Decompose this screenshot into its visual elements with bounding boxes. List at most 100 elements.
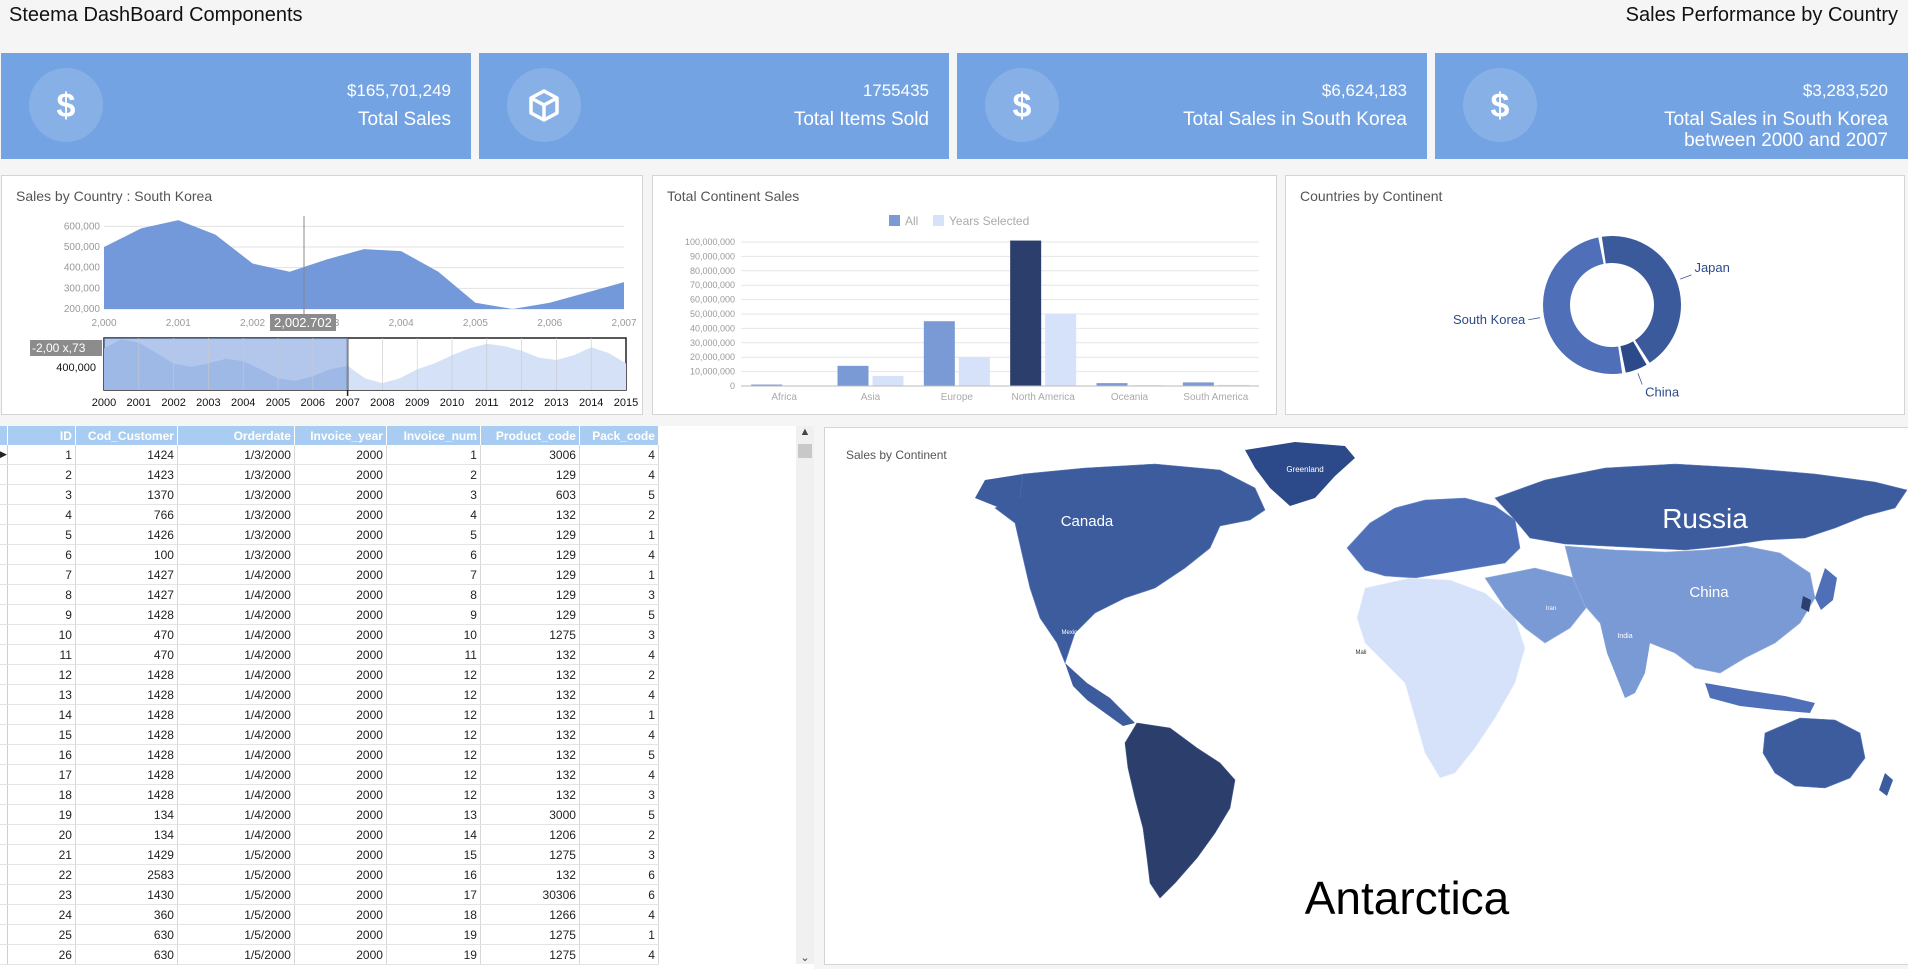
table-row[interactable]: 7 1427 1/4/2000 2000 7 129 1 [0, 564, 659, 585]
table-row[interactable]: 26 630 1/5/2000 2000 19 1275 4 [0, 944, 659, 965]
table-row[interactable]: 6 100 1/3/2000 2000 6 129 4 [0, 544, 659, 565]
table-cell[interactable]: 5 [386, 524, 481, 545]
table-cell[interactable]: 1/3/2000 [177, 544, 295, 565]
table-cell[interactable]: 4 [579, 724, 659, 745]
table-cell[interactable]: 23 [7, 884, 76, 905]
table-cell[interactable]: 1/4/2000 [177, 584, 295, 605]
table-row[interactable]: 20 134 1/4/2000 2000 14 1206 2 [0, 824, 659, 845]
table-cell[interactable]: 132 [480, 784, 580, 805]
table-cell[interactable]: 1/5/2000 [177, 884, 295, 905]
table-cell[interactable]: 2000 [294, 564, 387, 585]
table-cell[interactable]: 4 [579, 904, 659, 925]
table-cell[interactable]: 1/4/2000 [177, 564, 295, 585]
column-header[interactable]: Cod_Customer [75, 426, 178, 445]
table-cell[interactable]: 2000 [294, 684, 387, 705]
grid-scrollbar[interactable]: ▲ ⌄ [796, 426, 814, 964]
table-cell[interactable]: 26 [7, 944, 76, 965]
table-cell[interactable]: 11 [386, 644, 481, 665]
column-header[interactable]: ID [7, 426, 76, 445]
table-cell[interactable]: 1370 [75, 484, 178, 505]
table-cell[interactable]: 1/4/2000 [177, 644, 295, 665]
table-cell[interactable]: 20 [7, 824, 76, 845]
table-cell[interactable]: 1/4/2000 [177, 604, 295, 625]
table-cell[interactable]: 12 [386, 744, 481, 765]
table-cell[interactable]: 6 [579, 864, 659, 885]
table-cell[interactable]: 1428 [75, 724, 178, 745]
table-row[interactable]: 23 1430 1/5/2000 2000 17 30306 6 [0, 884, 659, 905]
table-cell[interactable]: 1427 [75, 564, 178, 585]
table-row[interactable]: 17 1428 1/4/2000 2000 12 132 4 [0, 764, 659, 785]
table-cell[interactable]: 1/4/2000 [177, 744, 295, 765]
table-cell[interactable]: 4 [579, 445, 659, 465]
table-cell[interactable]: 6 [579, 884, 659, 905]
table-row[interactable]: 24 360 1/5/2000 2000 18 1266 4 [0, 904, 659, 925]
table-cell[interactable]: 132 [480, 724, 580, 745]
table-cell[interactable]: 1/4/2000 [177, 804, 295, 825]
table-cell[interactable]: 13 [7, 684, 76, 705]
table-cell[interactable]: 3 [579, 784, 659, 805]
donut-chart[interactable]: Japan China South Korea [1286, 176, 1904, 414]
table-row[interactable]: 19 134 1/4/2000 2000 13 3000 5 [0, 804, 659, 825]
table-cell[interactable]: 1428 [75, 784, 178, 805]
table-cell[interactable]: 1428 [75, 764, 178, 785]
table-cell[interactable]: 132 [480, 664, 580, 685]
table-row[interactable]: 10 470 1/4/2000 2000 10 1275 3 [0, 624, 659, 645]
table-cell[interactable]: 2000 [294, 464, 387, 485]
table-cell[interactable]: 1428 [75, 704, 178, 725]
table-cell[interactable]: 2000 [294, 604, 387, 625]
table-cell[interactable]: 132 [480, 644, 580, 665]
table-cell[interactable]: 6 [7, 544, 76, 565]
table-cell[interactable]: 132 [480, 744, 580, 765]
table-cell[interactable]: 2000 [294, 584, 387, 605]
table-cell[interactable]: 30306 [480, 884, 580, 905]
table-row[interactable]: 21 1429 1/5/2000 2000 15 1275 3 [0, 844, 659, 865]
table-cell[interactable]: 1/5/2000 [177, 844, 295, 865]
table-cell[interactable]: 630 [75, 924, 178, 945]
table-row[interactable]: 11 470 1/4/2000 2000 11 132 4 [0, 644, 659, 665]
data-grid[interactable]: ID Cod_Customer Orderdate Invoice_year Invoi… [0, 426, 814, 969]
table-cell[interactable]: 134 [75, 824, 178, 845]
table-cell[interactable]: 12 [386, 724, 481, 745]
table-cell[interactable]: 3006 [480, 445, 580, 465]
table-row[interactable]: 9 1428 1/4/2000 2000 9 129 5 [0, 604, 659, 625]
table-cell[interactable]: 1206 [480, 824, 580, 845]
table-cell[interactable]: 11 [7, 644, 76, 665]
table-cell[interactable]: 19 [386, 944, 481, 965]
bar-chart[interactable]: All Years Selected 100,000,000 90,000,000 80… [653, 176, 1276, 414]
table-cell[interactable]: 1/4/2000 [177, 824, 295, 845]
table-cell[interactable]: 1427 [75, 584, 178, 605]
table-cell[interactable]: 1423 [75, 464, 178, 485]
table-cell[interactable]: 3 [579, 624, 659, 645]
table-cell[interactable]: 1 [579, 924, 659, 945]
table-cell[interactable]: 18 [7, 784, 76, 805]
table-cell[interactable]: 1 [579, 524, 659, 545]
table-cell[interactable]: 1428 [75, 664, 178, 685]
table-cell[interactable]: 12 [386, 664, 481, 685]
table-cell[interactable]: 134 [75, 804, 178, 825]
table-row[interactable]: 12 1428 1/4/2000 2000 12 132 2 [0, 664, 659, 685]
table-cell[interactable]: 4 [7, 504, 76, 525]
table-cell[interactable]: 2000 [294, 884, 387, 905]
table-cell[interactable]: 16 [386, 864, 481, 885]
table-cell[interactable]: 630 [75, 944, 178, 965]
table-cell[interactable]: 5 [579, 804, 659, 825]
table-cell[interactable]: 8 [386, 584, 481, 605]
column-header[interactable]: Orderdate [177, 426, 295, 445]
table-cell[interactable]: 19 [386, 924, 481, 945]
table-cell[interactable]: 3000 [480, 804, 580, 825]
table-cell[interactable]: 2000 [294, 644, 387, 665]
table-cell[interactable]: 15 [7, 724, 76, 745]
table-cell[interactable]: 2000 [294, 484, 387, 505]
table-cell[interactable]: 129 [480, 464, 580, 485]
table-cell[interactable]: 10 [7, 624, 76, 645]
table-cell[interactable]: 2000 [294, 784, 387, 805]
table-cell[interactable]: 2000 [294, 744, 387, 765]
table-cell[interactable]: 129 [480, 604, 580, 625]
table-cell[interactable]: 1424 [75, 445, 178, 465]
table-row[interactable]: 14 1428 1/4/2000 2000 12 132 1 [0, 704, 659, 725]
table-cell[interactable]: 5 [579, 484, 659, 505]
table-row[interactable]: 8 1427 1/4/2000 2000 8 129 3 [0, 584, 659, 605]
table-cell[interactable]: 4 [579, 544, 659, 565]
table-cell[interactable]: 9 [7, 604, 76, 625]
table-row[interactable]: 13 1428 1/4/2000 2000 12 132 4 [0, 684, 659, 705]
